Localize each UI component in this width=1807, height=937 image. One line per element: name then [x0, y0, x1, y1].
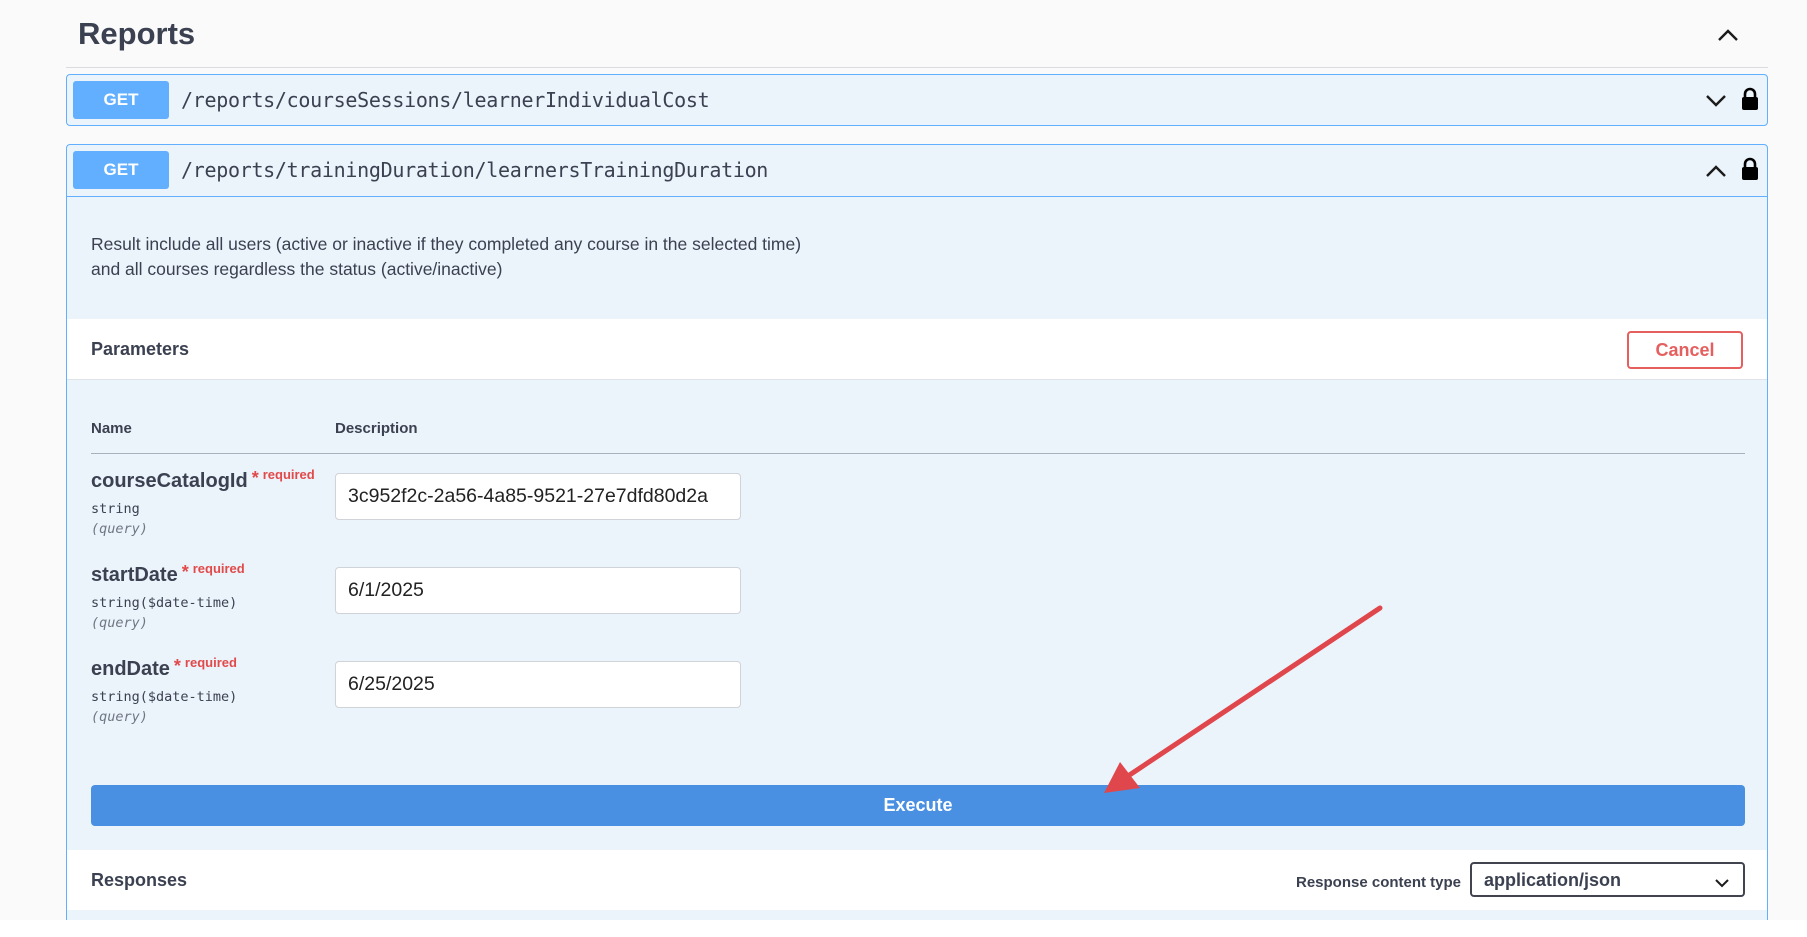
param-name-row: endDate * required: [91, 655, 237, 681]
chevron-down-icon: [1715, 875, 1729, 888]
section-title: Reports: [78, 16, 196, 51]
param-start-date: startDate * required string($date-time) (q…: [91, 561, 245, 631]
param-type: string: [91, 501, 140, 517]
param-name-row: courseCatalogId * required: [91, 467, 315, 493]
required-label: required: [192, 561, 245, 576]
operation-summary[interactable]: GET /reports/courseSessions/learnerIndiv…: [67, 75, 1767, 126]
param-end-date: endDate * required string($date-time) (que…: [91, 655, 238, 725]
required-star: *: [181, 562, 189, 582]
param-location: (query): [91, 709, 148, 725]
operation-path: /reports/trainingDuration/learnersTraini…: [181, 158, 769, 182]
execute-button[interactable]: Execute: [91, 785, 1745, 826]
page-bottom-edge: [0, 920, 1807, 937]
description-line: Result include all users (active or inac…: [91, 234, 802, 254]
operation-description: Result include all users (active or inac…: [91, 232, 801, 282]
required-label: required: [184, 655, 237, 670]
operation-learners-training-duration: GET /reports/trainingDuration/learnersTr…: [66, 144, 1768, 930]
required-star: *: [251, 468, 259, 488]
param-location: (query): [91, 521, 148, 537]
cancel-button[interactable]: Cancel: [1627, 331, 1743, 369]
table-header-divider: [91, 453, 1745, 454]
lock-icon[interactable]: [1741, 157, 1759, 181]
summary-divider: [67, 196, 1767, 197]
response-content-type-select[interactable]: application/json: [1470, 862, 1745, 897]
operation-learner-individual-cost: GET /reports/courseSessions/learnerIndiv…: [66, 74, 1768, 126]
parameters-title: Parameters: [91, 339, 190, 359]
required-label: required: [262, 467, 315, 482]
operation-path: /reports/courseSessions/learnerIndividua…: [181, 88, 710, 112]
operation-summary[interactable]: GET /reports/trainingDuration/learnersTr…: [67, 145, 1767, 196]
param-location: (query): [91, 615, 148, 631]
param-name: courseCatalogId: [91, 470, 248, 492]
param-type: string($date-time): [91, 689, 238, 705]
method-badge: GET: [73, 151, 169, 189]
course-catalog-id-input[interactable]: [335, 473, 741, 520]
end-date-input[interactable]: [335, 661, 741, 708]
response-content-type-value: application/json: [1484, 870, 1622, 890]
column-header-description: Description: [335, 420, 418, 437]
method-badge: GET: [73, 81, 169, 119]
chevron-down-icon[interactable]: [1705, 94, 1727, 108]
param-type: string($date-time): [91, 595, 238, 611]
param-name-row: startDate * required: [91, 561, 245, 587]
reports-section-header[interactable]: Reports: [66, 0, 1768, 68]
chevron-up-icon[interactable]: [1705, 164, 1727, 178]
chevron-up-icon[interactable]: [1717, 28, 1739, 42]
lock-icon[interactable]: [1741, 87, 1759, 111]
required-star: *: [173, 656, 181, 676]
parameters-header: Parameters Cancel: [67, 319, 1767, 380]
param-name: startDate: [91, 564, 178, 586]
description-line: and all courses regardless the status (a…: [91, 259, 503, 279]
swagger-page: Reports GET /reports/courseSessions/lear…: [0, 0, 1807, 930]
param-name: endDate: [91, 658, 170, 680]
response-content-type-label: Response content type: [1296, 874, 1462, 891]
column-header-name: Name: [91, 420, 132, 437]
start-date-input[interactable]: [335, 567, 741, 614]
param-course-catalog-id: courseCatalogId * required string (query): [91, 467, 315, 537]
responses-title: Responses: [91, 870, 188, 890]
responses-header: Responses Response content type applicat…: [67, 850, 1767, 910]
